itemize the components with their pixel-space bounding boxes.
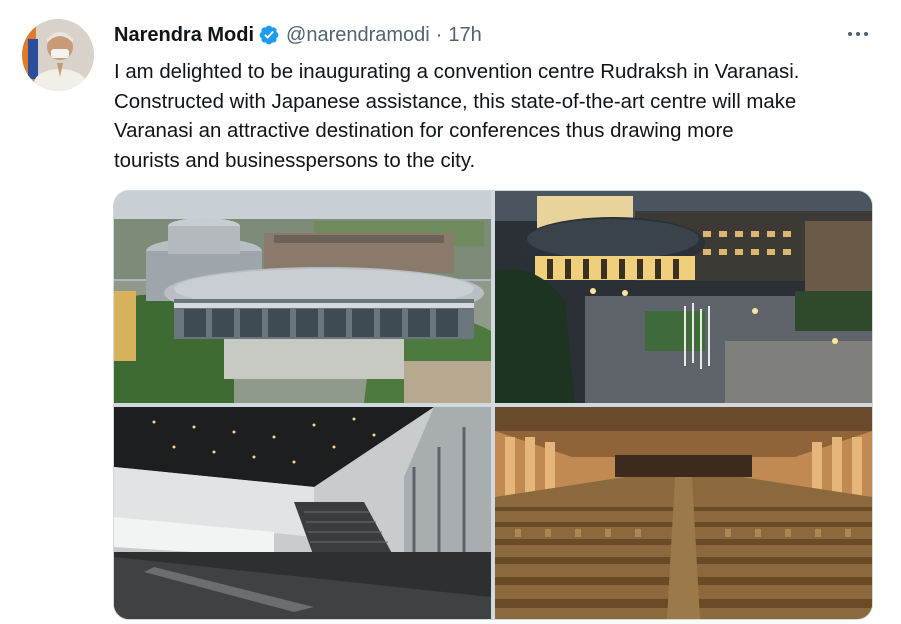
tweet-text-line: Varanasi an attractive destination for c… xyxy=(114,120,734,142)
author-name[interactable]: Narendra Modi xyxy=(114,24,254,47)
tweet-text: I am delighted to be inaugurating a conv… xyxy=(114,58,889,176)
separator-dot: · xyxy=(435,23,443,46)
tweet-text-line: tourists and businesspersons to the city… xyxy=(114,149,476,172)
avatar[interactable] xyxy=(22,19,94,91)
tweet[interactable]: Narendra Modi @narendramodi · 17h I am d… xyxy=(0,0,901,624)
tweet-header: Narendra Modi @narendramodi · 17h xyxy=(114,22,482,48)
more-options-icon[interactable] xyxy=(840,20,876,48)
media-grid xyxy=(113,190,873,620)
tweet-text-line: Constructed with Japanese assistance, th… xyxy=(114,90,797,113)
atrium-staircase-photo[interactable] xyxy=(114,407,491,619)
tweet-timestamp[interactable]: 17h xyxy=(448,24,481,47)
author-handle[interactable]: @narendramodi xyxy=(286,24,430,47)
building-exterior-night-photo[interactable] xyxy=(495,191,872,403)
verified-badge-icon xyxy=(258,24,280,46)
auditorium-seats-photo[interactable] xyxy=(495,407,872,619)
tweet-text-line: I am delighted to be inaugurating a conv… xyxy=(114,61,800,83)
building-exterior-day-photo[interactable] xyxy=(114,191,491,403)
